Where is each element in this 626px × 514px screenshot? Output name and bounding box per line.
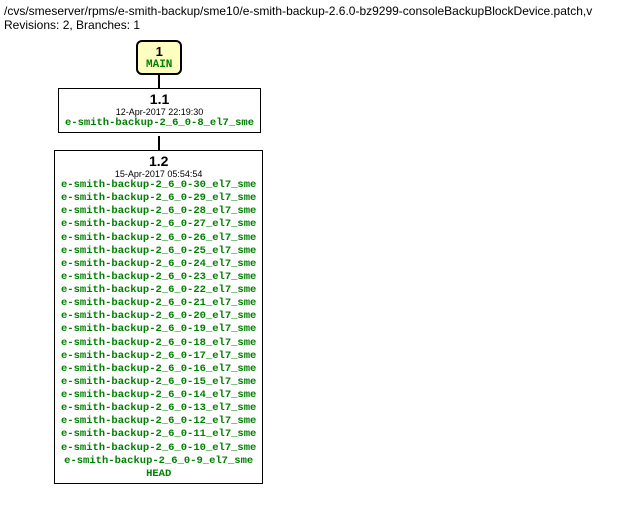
revision-tag: e-smith-backup-2_6_0-26_el7_sme	[61, 232, 256, 245]
revision-tag: e-smith-backup-2_6_0-15_el7_sme	[61, 376, 256, 389]
branch-box-main[interactable]: 1 MAIN	[136, 40, 182, 75]
revision-number: 1.1	[65, 91, 254, 107]
revision-tags: e-smith-backup-2_6_0-30_el7_smee-smith-b…	[61, 179, 256, 481]
revision-tag: e-smith-backup-2_6_0-20_el7_sme	[61, 310, 256, 323]
revision-tag: e-smith-backup-2_6_0-13_el7_sme	[61, 402, 256, 415]
revision-graph: 1 MAIN 1.1 12-Apr-2017 22:19:30 e-smith-…	[16, 40, 626, 510]
revision-tag: e-smith-backup-2_6_0-29_el7_sme	[61, 192, 256, 205]
revision-tag: e-smith-backup-2_6_0-10_el7_sme	[61, 442, 256, 455]
revision-tag: HEAD	[61, 468, 256, 481]
revision-tag: e-smith-backup-2_6_0-16_el7_sme	[61, 363, 256, 376]
revision-tag: e-smith-backup-2_6_0-28_el7_sme	[61, 205, 256, 218]
revision-tag: e-smith-backup-2_6_0-12_el7_sme	[61, 415, 256, 428]
revision-tag: e-smith-backup-2_6_0-18_el7_sme	[61, 337, 256, 350]
revision-date: 15-Apr-2017 05:54:54	[61, 169, 256, 179]
revision-tag: e-smith-backup-2_6_0-24_el7_sme	[61, 258, 256, 271]
revision-tag: e-smith-backup-2_6_0-11_el7_sme	[61, 428, 256, 441]
revision-tag: e-smith-backup-2_6_0-14_el7_sme	[61, 389, 256, 402]
file-path: /cvs/smeserver/rpms/e-smith-backup/sme10…	[4, 4, 626, 18]
revision-tag: e-smith-backup-2_6_0-23_el7_sme	[61, 271, 256, 284]
revision-tag: e-smith-backup-2_6_0-19_el7_sme	[61, 323, 256, 336]
revision-tag: e-smith-backup-2_6_0-30_el7_sme	[61, 179, 256, 192]
revision-number: 1.2	[61, 153, 256, 169]
branch-name: MAIN	[146, 59, 172, 71]
graph-connector	[158, 74, 160, 88]
revision-tag: e-smith-backup-2_6_0-17_el7_sme	[61, 350, 256, 363]
branch-number: 1	[146, 44, 172, 59]
revision-tags: e-smith-backup-2_6_0-8_el7_sme	[65, 117, 254, 130]
revision-tag: e-smith-backup-2_6_0-25_el7_sme	[61, 245, 256, 258]
revision-box-1-1[interactable]: 1.1 12-Apr-2017 22:19:30 e-smith-backup-…	[58, 88, 261, 133]
graph-connector	[158, 136, 160, 150]
revision-tag: e-smith-backup-2_6_0-22_el7_sme	[61, 284, 256, 297]
revision-tag: e-smith-backup-2_6_0-21_el7_sme	[61, 297, 256, 310]
revision-tag: e-smith-backup-2_6_0-27_el7_sme	[61, 218, 256, 231]
revisions-info: Revisions: 2, Branches: 1	[4, 18, 626, 32]
revision-date: 12-Apr-2017 22:19:30	[65, 107, 254, 117]
revision-tag: e-smith-backup-2_6_0-9_el7_sme	[61, 455, 256, 468]
revision-tag: e-smith-backup-2_6_0-8_el7_sme	[65, 117, 254, 130]
revision-box-1-2[interactable]: 1.2 15-Apr-2017 05:54:54 e-smith-backup-…	[54, 150, 263, 484]
